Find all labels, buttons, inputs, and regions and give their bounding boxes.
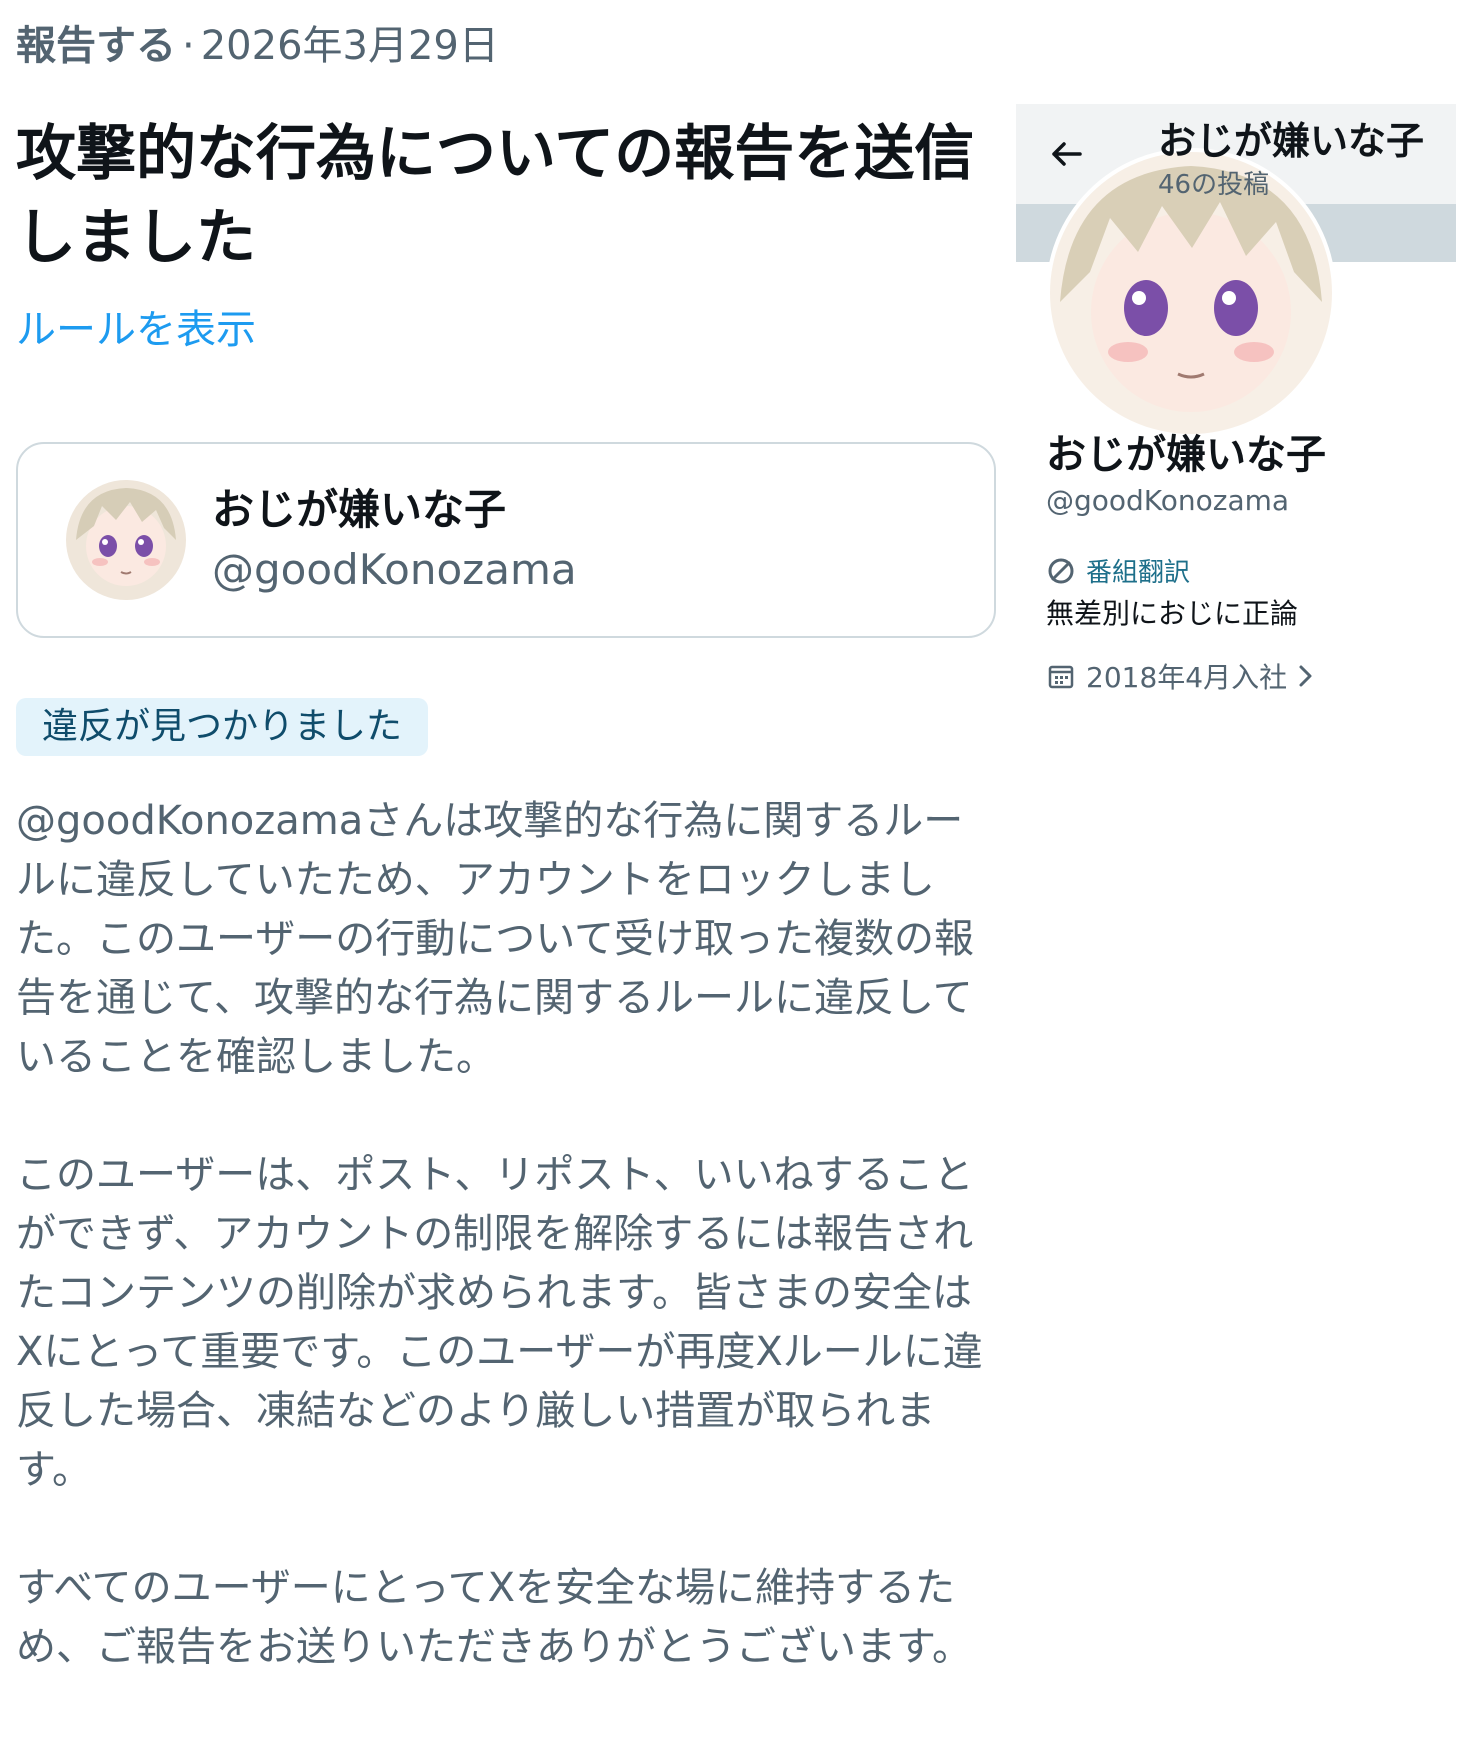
profile-bio: 無差別におじに正論 bbox=[1046, 597, 1299, 630]
arrow-left-icon[interactable] bbox=[1046, 134, 1086, 174]
profile-name: おじが嫌いな子 bbox=[1046, 432, 1326, 478]
reported-user-name: おじが嫌いな子 bbox=[212, 485, 507, 534]
body-paragraph: このユーザーは、ポスト、リポスト、いいねすることができず、アカウントの制限を解除… bbox=[16, 1152, 983, 1493]
profile-preview: おじが嫌いな子 46の投稿 おじが嫌いな子 @goodKonozama 番組翻訳… bbox=[1016, 104, 1456, 704]
profile-post-count: 46の投稿 bbox=[1158, 170, 1270, 200]
page-title: 攻撃的な行為についての報告を送信しました bbox=[16, 119, 975, 273]
report-meta: 報告する · 2026年3月29日 bbox=[16, 18, 1001, 74]
reported-user-card[interactable]: おじが嫌いな子 @goodKonozama bbox=[16, 442, 996, 638]
meta-separator: · bbox=[182, 23, 195, 69]
body-paragraph: すべてのユーザーにとってXを安全な場に維持するため、ご報告をお送りいただきありが… bbox=[16, 1565, 972, 1670]
status-badge: 違反が見つかりました bbox=[16, 698, 429, 756]
view-rules-link[interactable]: ルールを表示 bbox=[16, 302, 256, 358]
profile-handle: @goodKonozama bbox=[1046, 484, 1290, 517]
chevron-right-icon bbox=[1299, 665, 1312, 687]
no-entry-icon bbox=[1048, 558, 1074, 583]
profile-category: 番組翻訳 bbox=[1046, 552, 1190, 589]
report-date: 2026年3月29日 bbox=[200, 23, 499, 69]
profile-joined-label: 2018年4月入社 bbox=[1086, 661, 1288, 694]
profile-category-label: 番組翻訳 bbox=[1086, 558, 1191, 588]
profile-header-name: おじが嫌いな子 bbox=[1158, 119, 1425, 163]
report-panel: 報告する · 2026年3月29日 攻撃的な行為についての報告を送信しました ルール… bbox=[16, 18, 1001, 1736]
calendar-icon bbox=[1048, 665, 1074, 689]
profile-joined[interactable]: 2018年4月入社 bbox=[1046, 656, 1325, 696]
report-type-label: 報告する bbox=[16, 23, 176, 69]
body-paragraph: @goodKonozamaさんは攻撃的な行為に関するルールに違反していたため、ア… bbox=[16, 798, 974, 1080]
report-body: @goodKonozamaさんは攻撃的な行為に関するルールに違反していたため、ア… bbox=[16, 792, 996, 1677]
avatar bbox=[66, 480, 186, 600]
reported-user-handle: @goodKonozama bbox=[212, 545, 577, 594]
